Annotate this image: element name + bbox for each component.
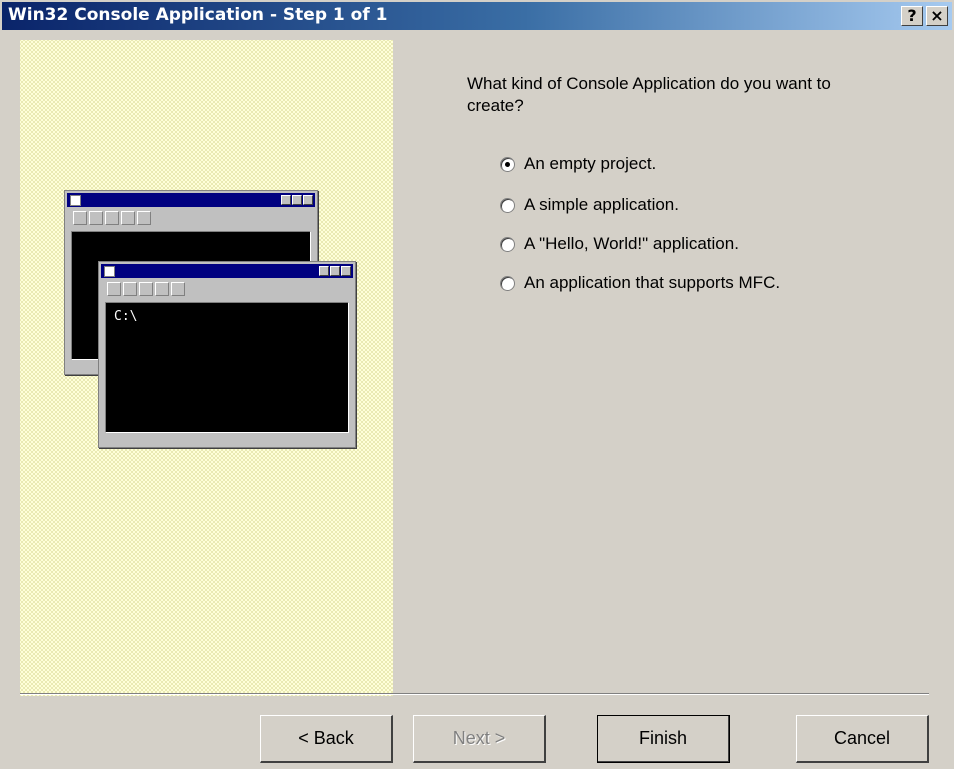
- cancel-button[interactable]: Cancel: [796, 715, 929, 763]
- minimize-icon: [281, 195, 291, 205]
- help-button[interactable]: ?: [901, 6, 923, 26]
- mini-title-bar: [101, 264, 353, 278]
- radio-button[interactable]: [500, 197, 515, 213]
- option-hello-world[interactable]: A "Hello, World!" application.: [500, 232, 739, 256]
- maximize-icon: [330, 266, 340, 276]
- radio-button[interactable]: [500, 156, 515, 172]
- window-title: Win32 Console Application - Step 1 of 1: [8, 5, 388, 25]
- close-icon: [303, 195, 313, 205]
- radio-button[interactable]: [500, 236, 515, 252]
- option-label[interactable]: An application that supports MFC.: [524, 273, 780, 293]
- question-text: What kind of Console Application do you …: [467, 74, 831, 115]
- next-button[interactable]: Next >: [413, 715, 546, 763]
- system-menu-icon: [104, 266, 115, 277]
- separator-line: [20, 693, 929, 695]
- mini-toolbar: [107, 282, 185, 296]
- close-icon: [341, 266, 351, 276]
- title-bar[interactable]: Win32 Console Application - Step 1 of 1 …: [2, 2, 952, 30]
- option-label[interactable]: An empty project.: [524, 154, 656, 174]
- console-screen: C:\: [105, 302, 349, 433]
- minimize-icon: [319, 266, 329, 276]
- console-prompt: C:\: [114, 309, 138, 324]
- back-button[interactable]: < Back: [260, 715, 393, 763]
- option-label[interactable]: A "Hello, World!" application.: [524, 234, 739, 254]
- illustration-panel: C:\: [20, 40, 393, 696]
- system-menu-icon: [70, 195, 81, 206]
- option-label[interactable]: A simple application.: [524, 195, 679, 215]
- finish-button[interactable]: Finish: [597, 715, 730, 763]
- mini-title-bar: [67, 193, 315, 207]
- radio-button[interactable]: [500, 275, 515, 291]
- option-empty-project[interactable]: An empty project.: [500, 152, 656, 176]
- close-button[interactable]: ×: [926, 6, 948, 26]
- option-mfc-application[interactable]: An application that supports MFC.: [500, 271, 780, 295]
- maximize-icon: [292, 195, 302, 205]
- mini-toolbar: [73, 211, 151, 225]
- wizard-dialog: Win32 Console Application - Step 1 of 1 …: [0, 0, 954, 769]
- console-window-illustration-front: C:\: [98, 261, 356, 448]
- option-simple-application[interactable]: A simple application.: [500, 193, 679, 217]
